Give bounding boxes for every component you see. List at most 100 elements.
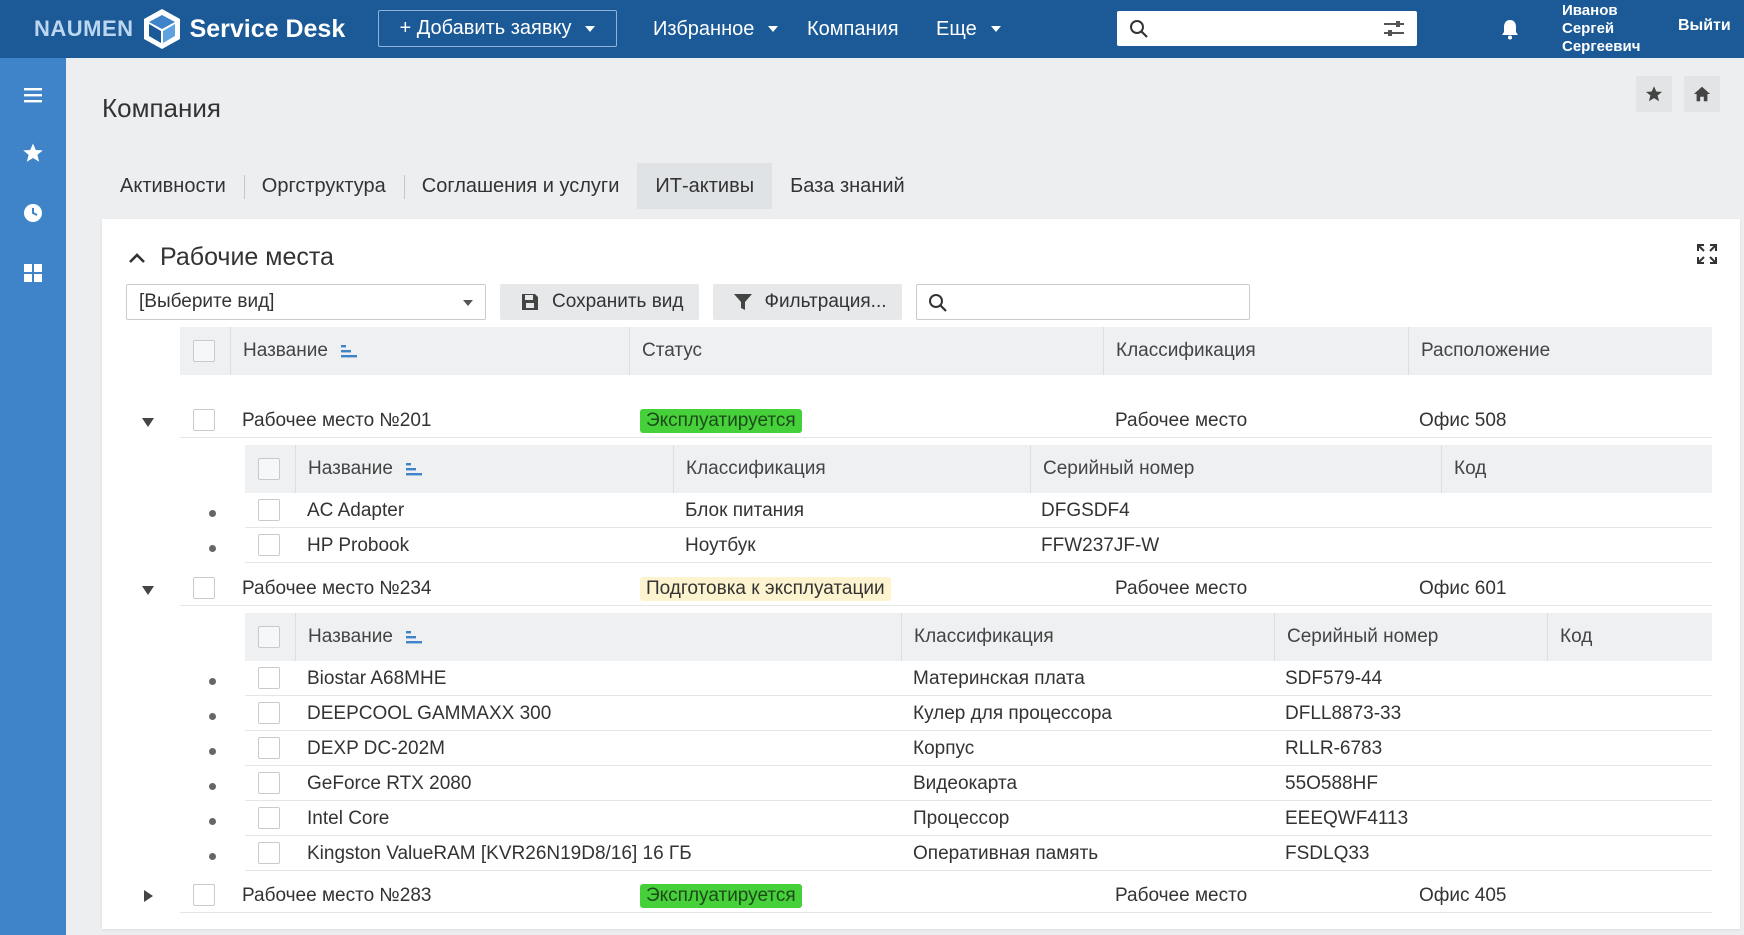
table-row[interactable]: Рабочее место №234 Подготовка к эксплуат…: [180, 571, 1712, 606]
sort-icon[interactable]: [340, 343, 358, 359]
row-checkbox[interactable]: [258, 667, 280, 689]
table-row[interactable]: Рабочее место №201 Эксплуатируется Рабоч…: [180, 403, 1712, 438]
column-header-classification[interactable]: Классификация: [1103, 327, 1408, 375]
column-header-name[interactable]: Название: [295, 445, 673, 493]
top-bar: NAUMEN Service Desk + Добавить заявку Из…: [0, 0, 1744, 58]
tab-agreements[interactable]: Соглашения и услуги: [403, 163, 638, 209]
user-name[interactable]: Иванов Сергей Сергеевич: [1562, 2, 1640, 56]
view-select[interactable]: [Выберите вид]: [126, 284, 486, 320]
row-name-link[interactable]: Intel Core: [307, 801, 389, 836]
bell-icon[interactable]: [1500, 18, 1520, 40]
row-checkbox[interactable]: [258, 499, 280, 521]
filter-icon: [733, 294, 752, 310]
nav-company[interactable]: Компания: [807, 0, 899, 58]
row-location-link[interactable]: Офис 405: [1419, 878, 1507, 913]
fullscreen-icon[interactable]: [1696, 243, 1718, 265]
tab-it-assets[interactable]: ИТ-активы: [637, 163, 773, 209]
sort-icon[interactable]: [405, 629, 423, 645]
row-name-link[interactable]: GeForce RTX 2080: [307, 766, 471, 801]
row-classification-link[interactable]: Рабочее место: [1115, 403, 1247, 438]
row-classification-link[interactable]: Материнская плата: [913, 661, 1085, 696]
tab-knowledge-base[interactable]: База знаний: [772, 163, 923, 209]
grid-icon[interactable]: [22, 262, 44, 284]
table-row[interactable]: Biostar A68MHE Материнская плата SDF579-…: [245, 661, 1712, 696]
filter-button[interactable]: Фильтрация...: [712, 284, 902, 320]
tab-activities[interactable]: Активности: [102, 163, 244, 209]
clock-icon[interactable]: [22, 202, 44, 224]
nav-more[interactable]: Еще: [936, 0, 1001, 58]
row-checkbox[interactable]: [258, 737, 280, 759]
table-row[interactable]: DEEPCOOL GAMMAXX 300 Кулер для процессор…: [245, 696, 1712, 731]
row-name-link[interactable]: DEEPCOOL GAMMAXX 300: [307, 696, 551, 731]
column-header-serial[interactable]: Серийный номер: [1030, 445, 1441, 493]
row-name-link[interactable]: AC Adapter: [307, 493, 404, 528]
row-name-link[interactable]: Рабочее место №234: [242, 571, 432, 606]
table-row[interactable]: HP Probook Ноутбук FFW237JF-W: [245, 528, 1712, 563]
logout-link[interactable]: Выйти: [1678, 17, 1731, 35]
select-all-checkbox[interactable]: [258, 458, 280, 480]
search-settings-icon[interactable]: [1383, 20, 1405, 38]
row-classification-link[interactable]: Рабочее место: [1115, 878, 1247, 913]
row-name-link[interactable]: Рабочее место №283: [242, 878, 432, 913]
menu-icon[interactable]: [22, 84, 44, 106]
row-name-link[interactable]: Biostar A68MHE: [307, 661, 446, 696]
sort-icon[interactable]: [405, 461, 423, 477]
add-request-button[interactable]: + Добавить заявку: [378, 10, 617, 47]
table-row[interactable]: AC Adapter Блок питания DFGSDF4: [245, 493, 1712, 528]
expand-toggle-icon[interactable]: [144, 890, 153, 902]
row-status-cell: Эксплуатируется: [640, 878, 802, 913]
row-classification-link[interactable]: Оперативная память: [913, 836, 1098, 871]
table-row[interactable]: DEXP DC-202M Корпус RLLR-6783: [245, 731, 1712, 766]
column-header-classification[interactable]: Классификация: [901, 613, 1274, 661]
star-icon[interactable]: [22, 142, 44, 164]
row-checkbox[interactable]: [258, 702, 280, 724]
row-checkbox[interactable]: [258, 842, 280, 864]
row-classification-link[interactable]: Кулер для процессора: [913, 696, 1112, 731]
column-header-name[interactable]: Название: [295, 613, 901, 661]
row-location-link[interactable]: Офис 601: [1419, 571, 1507, 606]
chevron-up-icon[interactable]: [128, 252, 146, 264]
nav-favorites[interactable]: Избранное: [653, 0, 779, 58]
column-header-code[interactable]: Код: [1547, 613, 1712, 661]
row-classification-link[interactable]: Видеокарта: [913, 766, 1017, 801]
row-classification-link[interactable]: Блок питания: [685, 493, 804, 528]
column-header-status[interactable]: Статус: [629, 327, 1103, 375]
row-classification-link[interactable]: Корпус: [913, 731, 974, 766]
panel-header[interactable]: Рабочие места: [128, 243, 334, 272]
row-name-link[interactable]: DEXP DC-202M: [307, 731, 445, 766]
column-header-serial[interactable]: Серийный номер: [1274, 613, 1547, 661]
row-checkbox[interactable]: [258, 772, 280, 794]
expand-toggle-icon[interactable]: [142, 418, 154, 427]
row-classification-link[interactable]: Процессор: [913, 801, 1009, 836]
row-classification-link[interactable]: Ноутбук: [685, 528, 756, 563]
column-header-name[interactable]: Название: [230, 327, 629, 375]
global-search-input[interactable]: [1117, 11, 1417, 46]
row-name-link[interactable]: Kingston ValueRAM [KVR26N19D8/16] 16 ГБ: [307, 836, 692, 871]
row-checkbox[interactable]: [258, 807, 280, 829]
row-checkbox[interactable]: [193, 409, 215, 431]
table-row[interactable]: Intel Core Процессор EEEQWF4113: [245, 801, 1712, 836]
row-name-link[interactable]: HP Probook: [307, 528, 409, 563]
column-header-classification[interactable]: Классификация: [673, 445, 1030, 493]
row-checkbox[interactable]: [258, 534, 280, 556]
row-name-link[interactable]: Рабочее место №201: [242, 403, 432, 438]
column-header-label: Серийный номер: [1043, 458, 1195, 479]
row-checkbox[interactable]: [193, 884, 215, 906]
row-location-link[interactable]: Офис 508: [1419, 403, 1507, 438]
row-checkbox[interactable]: [193, 577, 215, 599]
column-header-location[interactable]: Расположение: [1408, 327, 1712, 375]
tab-orgstructure[interactable]: Оргструктура: [243, 163, 404, 209]
column-header-code[interactable]: Код: [1441, 445, 1712, 493]
favorite-button[interactable]: [1636, 76, 1672, 112]
table-row[interactable]: Kingston ValueRAM [KVR26N19D8/16] 16 ГБ …: [245, 836, 1712, 871]
select-all-checkbox[interactable]: [258, 626, 280, 648]
select-all-checkbox[interactable]: [193, 340, 215, 362]
row-classification-link[interactable]: Рабочее место: [1115, 571, 1247, 606]
home-button[interactable]: [1684, 76, 1720, 112]
table-row[interactable]: GeForce RTX 2080 Видеокарта 55O588HF: [245, 766, 1712, 801]
table-search-input[interactable]: [915, 284, 1250, 320]
expand-toggle-icon[interactable]: [142, 586, 154, 595]
save-view-button[interactable]: Сохранить вид: [500, 284, 699, 320]
logo[interactable]: NAUMEN Service Desk: [34, 0, 345, 58]
table-row[interactable]: Рабочее место №283 Эксплуатируется Рабоч…: [180, 878, 1712, 913]
